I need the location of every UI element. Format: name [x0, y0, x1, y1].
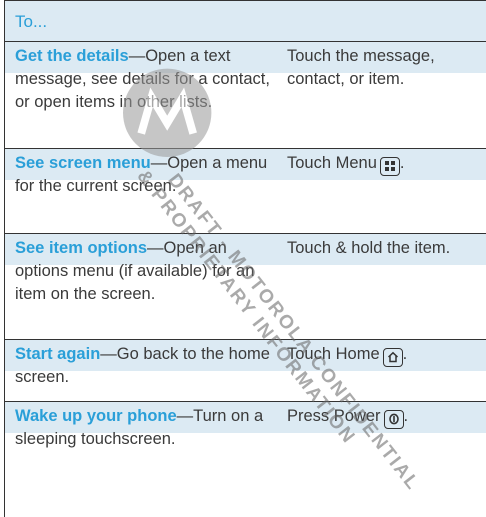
table-row: Start again—Go back to the home screen. … [5, 340, 486, 402]
row-action-text: Touch Menu [287, 154, 377, 172]
row-action: Touch the message, contact, or item. [287, 45, 477, 91]
row-action-text: Press Power [287, 407, 381, 425]
table-row: Wake up your phone—Turn on a sleeping to… [5, 402, 486, 517]
row-description: See screen menu—Open a menu for the curr… [15, 152, 273, 198]
row-action-text: Touch Home [287, 345, 380, 363]
row-description: See item options—Open an options menu (i… [15, 237, 273, 306]
table-header: To... [5, 0, 486, 42]
row-action: Touch & hold the item. [287, 237, 477, 260]
home-key-icon [382, 347, 403, 367]
menu-key-icon [379, 156, 400, 176]
row-action-suffix: . [402, 345, 408, 363]
instructions-table: To... Get the details—Open a text messag… [4, 0, 486, 517]
table-row: See screen menu—Open a menu for the curr… [5, 149, 486, 234]
power-key-icon [383, 409, 404, 429]
row-action-suffix: . [403, 407, 409, 425]
row-description: Get the details—Open a text message, see… [15, 45, 273, 114]
row-term: See screen menu [15, 154, 151, 172]
row-term: Start again [15, 345, 101, 363]
row-action-text: Touch & hold the item. [287, 239, 451, 257]
row-action-suffix: . [399, 154, 405, 172]
row-action-text: Touch the message, contact, or item. [287, 47, 435, 88]
header-label: To... [15, 12, 48, 31]
table-row: Get the details—Open a text message, see… [5, 42, 486, 149]
row-action: Touch Home. [287, 343, 477, 367]
row-description: Wake up your phone—Turn on a sleeping to… [15, 405, 273, 451]
row-term: See item options [15, 239, 148, 257]
row-term: Wake up your phone [15, 407, 177, 425]
row-term: Get the details [15, 47, 129, 65]
table-row: See item options—Open an options menu (i… [5, 234, 486, 340]
row-action: Touch Menu. [287, 152, 477, 176]
row-description: Start again—Go back to the home screen. [15, 343, 273, 389]
row-action: Press Power. [287, 405, 477, 429]
